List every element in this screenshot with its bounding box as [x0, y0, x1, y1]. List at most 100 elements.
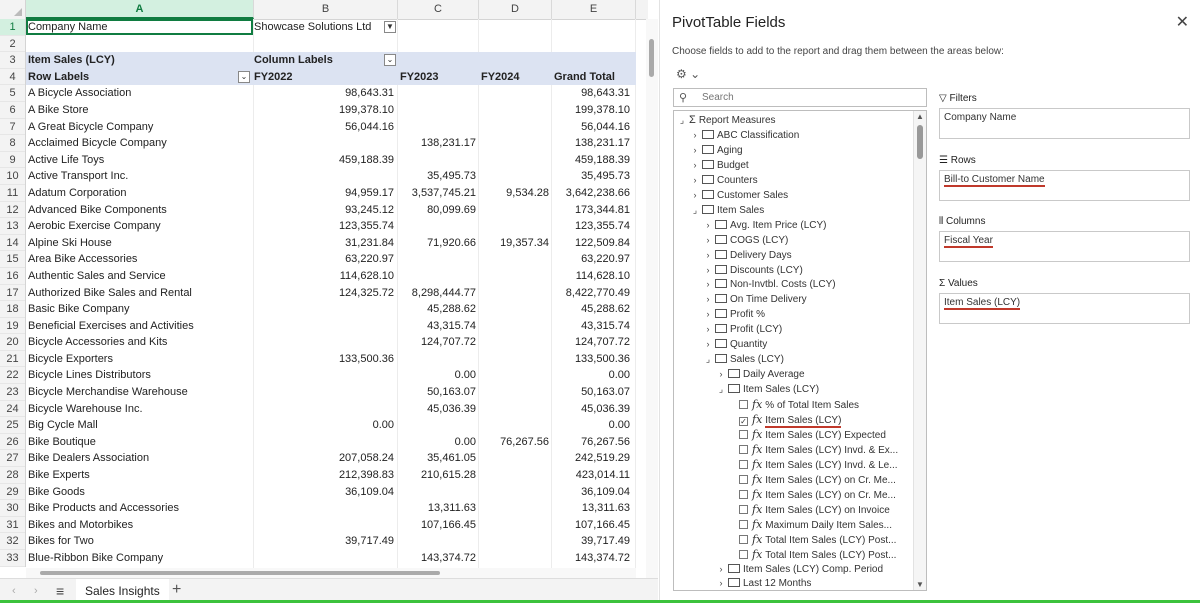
- checked-checkbox[interactable]: ✓: [739, 417, 748, 426]
- row-header[interactable]: 9: [0, 152, 25, 169]
- customer-name-cell[interactable]: Authentic Sales and Service: [28, 268, 252, 285]
- fy2023-header[interactable]: FY2023: [400, 69, 480, 86]
- field-item[interactable]: › On Time Delivery: [703, 292, 807, 307]
- field-item[interactable]: ⌟ Sales (LCY): [703, 352, 784, 367]
- customer-name-cell[interactable]: Adatum Corporation: [28, 185, 252, 202]
- field-label[interactable]: Total Item Sales (LCY) Post...: [765, 535, 896, 546]
- field-label[interactable]: Item Sales (LCY) on Invoice: [765, 505, 890, 516]
- field-label[interactable]: Total Item Sales (LCY) Post...: [765, 550, 896, 561]
- filter-value[interactable]: Showcase Solutions Ltd: [254, 19, 384, 36]
- fy2023-cell[interactable]: [398, 102, 478, 119]
- fy2024-cell[interactable]: [479, 202, 551, 219]
- expand-toggle-icon[interactable]: ›: [703, 233, 713, 248]
- field-list[interactable]: ⌟ Σ Report Measures › ABC Classification › Agi…: [673, 110, 927, 591]
- fy2022-cell[interactable]: 114,628.10: [254, 268, 396, 285]
- fy2024-cell[interactable]: [479, 401, 551, 418]
- fy2022-cell[interactable]: 56,044.16: [254, 119, 396, 136]
- fy2024-cell[interactable]: [479, 168, 551, 185]
- fy2024-cell[interactable]: [479, 268, 551, 285]
- prev-sheet-icon[interactable]: ‹: [12, 585, 16, 597]
- expand-toggle-icon[interactable]: ›: [690, 173, 700, 188]
- row-labels-dropdown-icon[interactable]: ⌄: [238, 70, 250, 83]
- expand-toggle-icon[interactable]: ›: [716, 367, 726, 382]
- fy2023-cell[interactable]: [398, 484, 478, 501]
- field-label[interactable]: Item Sales (LCY) on Cr. Me...: [765, 490, 896, 501]
- row-header[interactable]: 8: [0, 135, 25, 152]
- field-label[interactable]: Item Sales (LCY) Invd. & Le...: [765, 460, 897, 471]
- field-label[interactable]: On Time Delivery: [730, 294, 807, 305]
- column-header-e[interactable]: E: [552, 0, 636, 19]
- field-item[interactable]: › Non-Invtbl. Costs (LCY): [703, 277, 836, 292]
- field-label[interactable]: Daily Average: [743, 369, 805, 380]
- expand-toggle-icon[interactable]: ⌟: [690, 203, 700, 218]
- field-item[interactable]: ✓ fx Item Sales (LCY): [729, 412, 842, 428]
- values-area[interactable]: Item Sales (LCY): [939, 293, 1190, 324]
- fy2024-cell[interactable]: [479, 135, 551, 152]
- row-header[interactable]: 29: [0, 484, 25, 501]
- row-header[interactable]: 12: [0, 202, 25, 219]
- fy2023-cell[interactable]: 35,495.73: [398, 168, 478, 185]
- grand-total-cell[interactable]: 459,188.39: [552, 152, 632, 169]
- fy2022-cell[interactable]: [254, 135, 396, 152]
- fy2023-cell[interactable]: 3,537,745.21: [398, 185, 478, 202]
- customer-name-cell[interactable]: Bikes and Motorbikes: [28, 517, 252, 534]
- expand-toggle-icon[interactable]: ›: [703, 337, 713, 352]
- field-label[interactable]: Quantity: [730, 339, 767, 350]
- fy2022-cell[interactable]: 93,245.12: [254, 202, 396, 219]
- fy2022-cell[interactable]: 207,058.24: [254, 450, 396, 467]
- customer-name-cell[interactable]: Bike Goods: [28, 484, 252, 501]
- customer-name-cell[interactable]: Bicycle Warehouse Inc.: [28, 401, 252, 418]
- row-header[interactable]: 23: [0, 384, 25, 401]
- checkbox[interactable]: [739, 519, 748, 529]
- grand-total-cell[interactable]: 123,355.74: [552, 218, 632, 235]
- fy2022-cell[interactable]: 39,717.49: [254, 533, 396, 550]
- row-header[interactable]: 2: [0, 36, 25, 53]
- customer-name-cell[interactable]: A Great Bicycle Company: [28, 119, 252, 136]
- row-header[interactable]: 16: [0, 268, 25, 285]
- fy2024-header[interactable]: FY2024: [481, 69, 551, 86]
- field-item[interactable]: ⌟ Item Sales (LCY): [716, 382, 819, 397]
- customer-name-cell[interactable]: A Bicycle Association: [28, 85, 252, 102]
- row-header[interactable]: 31: [0, 517, 25, 534]
- add-sheet-button[interactable]: +: [172, 581, 181, 599]
- field-label[interactable]: Item Sales (LCY) Invd. & Ex...: [765, 445, 898, 456]
- field-item[interactable]: › Daily Average: [716, 367, 805, 382]
- expand-toggle-icon[interactable]: ⌟: [703, 352, 713, 367]
- fy2024-cell[interactable]: [479, 517, 551, 534]
- customer-name-cell[interactable]: Authorized Bike Sales and Rental: [28, 285, 252, 302]
- checkbox[interactable]: [739, 549, 748, 559]
- expand-toggle-icon[interactable]: ›: [703, 277, 713, 292]
- grand-total-cell[interactable]: 0.00: [552, 367, 632, 384]
- fy2023-cell[interactable]: 143,374.72: [398, 550, 478, 567]
- customer-name-cell[interactable]: Bike Products and Accessories: [28, 500, 252, 517]
- grand-total-cell[interactable]: 13,311.63: [552, 500, 632, 517]
- field-label[interactable]: Item Sales: [717, 205, 764, 216]
- field-label[interactable]: Delivery Days: [730, 250, 792, 261]
- column-header-a[interactable]: A: [26, 0, 254, 19]
- field-item[interactable]: › Profit (LCY): [703, 322, 782, 337]
- fy2022-cell[interactable]: [254, 384, 396, 401]
- customer-name-cell[interactable]: Aerobic Exercise Company: [28, 218, 252, 235]
- customer-name-cell[interactable]: Basic Bike Company: [28, 301, 252, 318]
- fy2022-cell[interactable]: 31,231.84: [254, 235, 396, 252]
- field-label[interactable]: Item Sales (LCY) Expected: [765, 430, 886, 441]
- filter-field-label[interactable]: Company Name: [28, 19, 252, 36]
- fy2022-cell[interactable]: 133,500.36: [254, 351, 396, 368]
- row-header[interactable]: 21: [0, 351, 25, 368]
- fy2022-cell[interactable]: [254, 334, 396, 351]
- grand-total-cell[interactable]: 107,166.45: [552, 517, 632, 534]
- fy2022-cell[interactable]: 63,220.97: [254, 251, 396, 268]
- row-header[interactable]: 4: [0, 69, 25, 86]
- scroll-down-icon[interactable]: ▼: [916, 580, 924, 589]
- field-item[interactable]: fx Maximum Daily Item Sales...: [729, 517, 892, 532]
- expand-toggle-icon[interactable]: ⌟: [716, 382, 726, 397]
- fy2024-cell[interactable]: [479, 351, 551, 368]
- checkbox[interactable]: [739, 459, 748, 469]
- fy2023-cell[interactable]: 0.00: [398, 434, 478, 451]
- field-label[interactable]: Discounts (LCY): [730, 265, 803, 276]
- row-header[interactable]: 22: [0, 367, 25, 385]
- expand-toggle-icon[interactable]: ›: [703, 307, 713, 322]
- expand-toggle-icon[interactable]: ›: [690, 188, 700, 203]
- fy2024-cell[interactable]: [479, 218, 551, 235]
- field-label[interactable]: Item Sales (LCY) on Cr. Me...: [765, 475, 896, 486]
